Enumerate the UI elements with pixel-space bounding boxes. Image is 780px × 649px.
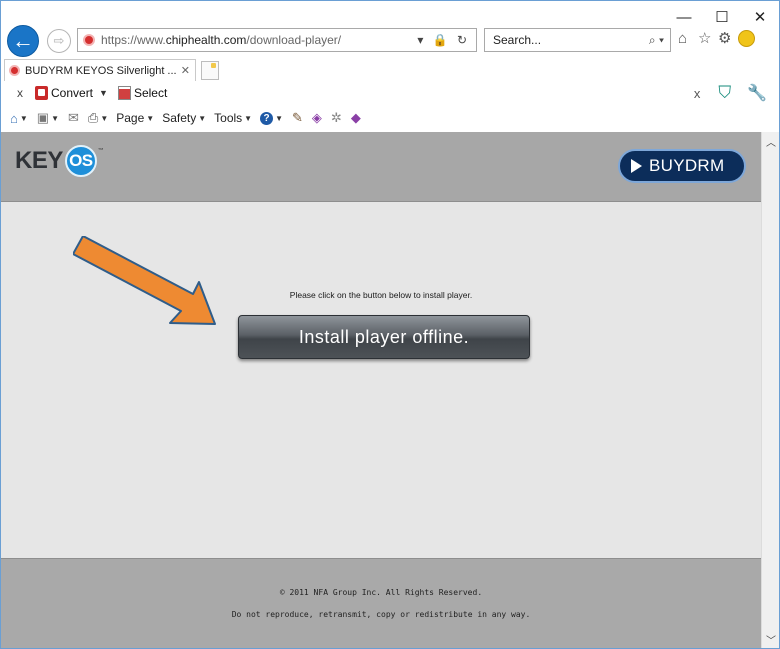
web-page: KEY OS ™ BUYDRM Please click on the butt… bbox=[1, 132, 761, 648]
tab-close-icon[interactable]: ✕ bbox=[181, 64, 190, 77]
pdf-toolbar-right-close-icon[interactable]: x bbox=[694, 86, 701, 101]
send-to-onenote-icon[interactable]: ◆ bbox=[351, 110, 361, 126]
url-path: /download-player/ bbox=[246, 33, 342, 47]
feeds-icon[interactable]: ▣ bbox=[37, 110, 49, 126]
shield-icon[interactable]: ⛉ bbox=[718, 83, 731, 103]
favorites-star-icon[interactable]: ☆ bbox=[698, 27, 711, 49]
scroll-down-arrow-icon[interactable]: ﹀ bbox=[762, 630, 779, 648]
back-button[interactable]: ← bbox=[7, 25, 39, 57]
site-header: KEY OS ™ BUYDRM bbox=[1, 132, 761, 202]
select-button[interactable]: Select bbox=[134, 86, 167, 100]
home-icon[interactable]: ⌂ bbox=[678, 27, 687, 49]
read-mail-icon[interactable]: ✉ bbox=[68, 110, 79, 126]
back-arrow-icon: ← bbox=[12, 28, 34, 53]
help-dropdown-icon[interactable]: ▼ bbox=[275, 114, 283, 123]
command-bar: ⌂ ▼ ▣ ▼ ✉ ⎙ ▼ Page ▼ Safety ▼ Tools ▼ ? ▼ ✎ ◈ ✲… bbox=[1, 105, 779, 131]
keyos-logo[interactable]: KEY OS ™ bbox=[15, 145, 104, 177]
pdf-toolbar: x Convert ▼ Select x ⛉ 🔧 bbox=[1, 81, 779, 105]
logo-trademark: ™ bbox=[97, 148, 104, 154]
search-box[interactable]: Search... ⌕ ▾ bbox=[484, 28, 671, 52]
addon-gear-icon[interactable]: ✲ bbox=[331, 110, 342, 126]
site-favicon-icon bbox=[83, 34, 95, 46]
tools-dropdown-icon[interactable]: ▼ bbox=[244, 114, 252, 123]
url-scheme: https://www. bbox=[101, 33, 166, 47]
home-page-icon[interactable]: ⌂ bbox=[10, 111, 18, 126]
vertical-scrollbar[interactable]: ︿ ﹀ bbox=[761, 132, 779, 648]
browser-window: — ☐ ✕ ← ⇨ https://www.chiphealth.com/dow… bbox=[0, 0, 780, 649]
address-row: ← ⇨ https://www.chiphealth.com/download-… bbox=[1, 25, 779, 59]
new-tab-icon[interactable] bbox=[201, 61, 219, 80]
home-dropdown-icon[interactable]: ▼ bbox=[20, 114, 28, 123]
pdf-toolbar-close-icon[interactable]: x bbox=[17, 86, 23, 100]
pdf-select-icon bbox=[117, 86, 131, 100]
safety-dropdown-icon[interactable]: ▼ bbox=[198, 114, 206, 123]
print-dropdown-icon[interactable]: ▼ bbox=[100, 114, 108, 123]
play-triangle-icon bbox=[631, 159, 642, 173]
convert-dropdown-icon[interactable]: ▼ bbox=[99, 88, 108, 98]
search-input[interactable]: Search... bbox=[485, 33, 649, 47]
url-text[interactable]: https://www.chiphealth.com/download-play… bbox=[101, 33, 417, 47]
feedback-smiley-icon[interactable] bbox=[738, 27, 755, 49]
buydrm-label: BUYDRM bbox=[649, 156, 725, 175]
url-actions-icons[interactable]: ▾ 🔒 ↻ bbox=[417, 33, 470, 47]
tools-menu[interactable]: Tools bbox=[214, 111, 242, 125]
forward-button[interactable]: ⇨ bbox=[47, 29, 71, 53]
tab-active[interactable]: BUDYRM KEYOS Silverlight ... ✕ bbox=[4, 59, 196, 81]
url-host: chiphealth.com bbox=[165, 33, 247, 47]
wrench-icon[interactable]: 🔧 bbox=[747, 83, 767, 103]
page-dropdown-icon[interactable]: ▼ bbox=[146, 114, 154, 123]
logo-badge: OS bbox=[64, 145, 97, 177]
scroll-up-arrow-icon[interactable]: ︿ bbox=[762, 132, 779, 150]
forward-arrow-icon: ⇨ bbox=[53, 33, 65, 48]
orange-arrow-annotation bbox=[73, 236, 216, 325]
print-icon[interactable]: ⎙ bbox=[88, 110, 98, 126]
onenote-icon[interactable]: ◈ bbox=[312, 110, 322, 126]
page-menu[interactable]: Page bbox=[116, 111, 144, 125]
feeds-dropdown-icon[interactable]: ▼ bbox=[51, 114, 59, 123]
research-icon[interactable]: ✎ bbox=[292, 110, 303, 126]
buydrm-logo[interactable]: BUYDRM bbox=[618, 149, 746, 183]
legal-notice: Do not reproduce, retransmit, copy or re… bbox=[231, 610, 531, 619]
tab-row: BUDYRM KEYOS Silverlight ... ✕ bbox=[1, 59, 779, 81]
help-icon[interactable]: ? bbox=[260, 111, 274, 125]
settings-gear-icon[interactable]: ⚙ bbox=[718, 27, 731, 49]
logo-text: KEY bbox=[15, 147, 63, 174]
site-footer: © 2011 NFA Group Inc. All Rights Reserve… bbox=[1, 558, 761, 648]
search-icon[interactable]: ⌕ ▾ bbox=[649, 33, 664, 48]
tab-title: BUDYRM KEYOS Silverlight ... bbox=[25, 64, 177, 77]
pdf-toolbar-right: x ⛉ 🔧 bbox=[694, 81, 779, 105]
copyright-text: © 2011 NFA Group Inc. All Rights Reserve… bbox=[279, 588, 483, 597]
address-bar[interactable]: https://www.chiphealth.com/download-play… bbox=[77, 28, 477, 52]
pdf-convert-icon bbox=[35, 86, 48, 100]
safety-menu[interactable]: Safety bbox=[162, 111, 196, 125]
install-player-button[interactable]: Install player offline. bbox=[238, 315, 530, 359]
convert-button[interactable]: Convert bbox=[51, 86, 93, 100]
tab-favicon-icon bbox=[9, 65, 20, 76]
